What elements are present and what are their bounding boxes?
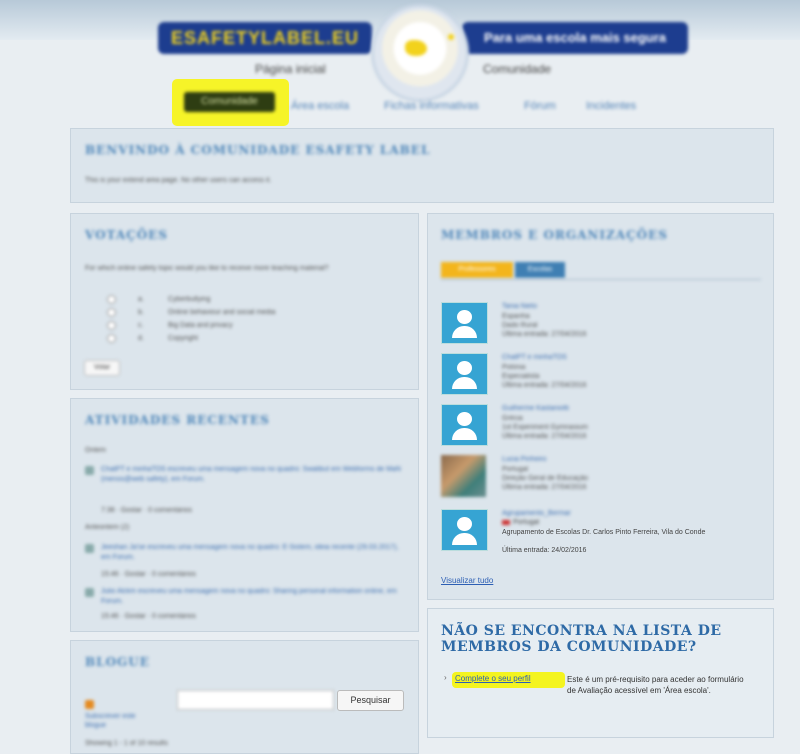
activity-meta: 7:38 · Gostar · 0 comentários [101, 507, 193, 514]
vote-button[interactable]: Votar [84, 360, 120, 376]
view-all-link[interactable]: Visualizar tudo [441, 576, 493, 585]
blog-results-count: Showing 1 - 1 of 10 results [85, 740, 168, 747]
emblem-mark [405, 40, 427, 56]
member-country: Portugal [513, 519, 540, 526]
blog-subscribe-link[interactable]: Subscrever este blogue [85, 712, 155, 730]
poll-option-label: Online behaviour and social media [168, 309, 276, 316]
nav-community[interactable]: Comunidade [184, 92, 275, 112]
member-last-login: Última entrada: 27/04/2016 [502, 331, 587, 338]
poll-radio-c[interactable] [107, 321, 116, 330]
activity-earlier-label: Anteontem (2) [85, 524, 130, 531]
member-last-login: Última entrada: 27/04/2016 [502, 382, 587, 389]
member-country: Portugal [502, 466, 529, 473]
poll-option-label: Cyberbullying [168, 296, 211, 303]
polls-title: VOTAÇÕES [85, 228, 168, 242]
member-country: Grécia [502, 415, 523, 422]
rss-icon[interactable] [85, 700, 94, 709]
nav-fact-sheets[interactable]: Fichas informativas [384, 100, 479, 112]
search-button[interactable]: Pesquisar [337, 690, 404, 711]
member-name[interactable]: Tania Nieto [502, 303, 537, 310]
member-avatar[interactable] [441, 302, 488, 344]
member-role: Dado Rural [502, 322, 538, 329]
member-last-login: Última entrada: 27/04/2016 [502, 484, 587, 491]
poll-option-letter: c. [138, 322, 144, 329]
tab-members[interactable]: Professores [441, 262, 513, 278]
member-avatar[interactable] [441, 353, 488, 395]
member-country: Espanha [502, 313, 530, 320]
poll-option-letter: a. [138, 296, 144, 303]
nav-school-area[interactable]: Área escola [291, 100, 349, 112]
member-name[interactable]: Guilherme Kastaniotti [502, 405, 569, 412]
profile-requirement-text: Este é um pré-requisito para aceder ao f… [567, 675, 744, 695]
nav-forum[interactable]: Fórum [524, 100, 556, 112]
member-role: Especialista [502, 373, 540, 380]
member-avatar[interactable] [441, 404, 488, 446]
member-role: Agrupamento de Escolas Dr. Carlos Pinto … [502, 529, 706, 536]
tab-divider [441, 279, 761, 280]
activity-title: ATIVIDADES RECENTES [85, 413, 270, 427]
member-last-login: Última entrada: 24/02/2016 [502, 547, 587, 554]
activity-item[interactable]: Julio Alckm escreveu uma mensagem nova n… [101, 587, 401, 607]
tab-organizations[interactable]: Escolas [515, 262, 565, 278]
activity-today-label: Ontem [85, 447, 107, 454]
esafety-logo[interactable]: ESAFETYLABEL.EU [158, 22, 372, 54]
bullet-icon: › [444, 673, 447, 682]
tagline-banner: Para uma escola mais segura [462, 22, 688, 54]
subnav-community[interactable]: Comunidade [483, 62, 551, 76]
activity-item[interactable]: ChatPT e minhaTOS escreveu uma mensagem … [101, 465, 401, 485]
member-last-login: Última entrada: 27/04/2016 [502, 433, 587, 440]
members-title: MEMBROS E ORGANIZAÇÕES [441, 228, 668, 242]
flag-icon [502, 520, 510, 525]
member-role: Direção Geral de Educação [502, 475, 588, 482]
activity-meta: 15:46 · Gostar · 0 comentários [101, 571, 196, 578]
activity-meta: 15:46 · Gostar · 0 comentários [101, 613, 196, 620]
subnav-home[interactable]: Página inicial [255, 62, 326, 76]
member-photo[interactable] [441, 455, 486, 497]
nav-incidents[interactable]: Incidentes [586, 100, 636, 112]
pencil-icon [85, 588, 94, 597]
blog-search-input[interactable] [177, 690, 334, 710]
star-icon [448, 34, 454, 40]
welcome-panel [70, 128, 774, 203]
poll-radio-b[interactable] [107, 308, 116, 317]
member-name[interactable]: Lucia Pinheiro [502, 456, 546, 463]
activity-item[interactable]: Jeeshan Ja'se escreveu uma mensagem nova… [101, 543, 401, 563]
welcome-title: BENVINDO À COMUNIDADE ESAFETY LABEL [85, 143, 431, 157]
poll-option-label: Big Data and privacy [168, 322, 233, 329]
poll-option-label: Copyright [168, 335, 198, 342]
pencil-icon [85, 466, 94, 475]
pencil-icon [85, 544, 94, 553]
not-found-title: NÃO SE ENCONTRA NA LISTA DE MEMBROS DA C… [441, 623, 722, 655]
member-name[interactable]: Agrupamento_Bermar [502, 510, 571, 517]
member-country: Polónia [502, 364, 526, 371]
poll-option-letter: b. [138, 309, 144, 316]
member-name[interactable]: ChatPT e minhaTOS [502, 354, 567, 361]
poll-radio-d[interactable] [107, 334, 116, 343]
complete-profile-link[interactable]: Complete o seu perfil [455, 674, 531, 683]
member-avatar[interactable] [441, 509, 488, 551]
blog-title: BLOGUE [85, 655, 150, 669]
poll-option-letter: d. [138, 335, 144, 342]
welcome-text: This is your extend area page. No other … [85, 177, 272, 184]
poll-question: For which online safety topic would you … [85, 265, 329, 272]
member-role: 1st Experiment Gymnasium [502, 424, 588, 431]
poll-radio-a[interactable] [107, 295, 116, 304]
